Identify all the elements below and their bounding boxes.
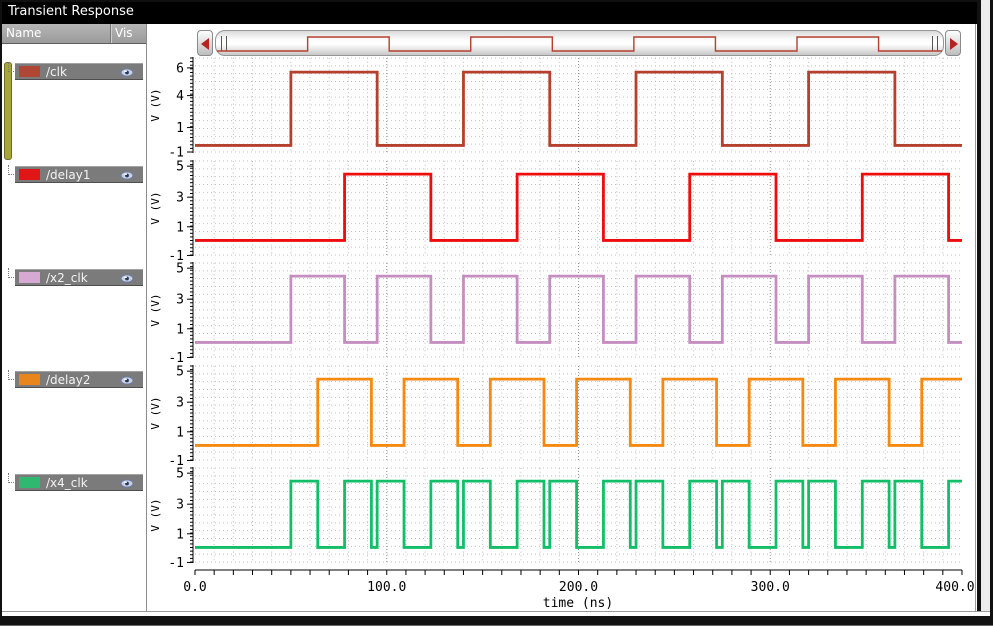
- x-tick-label: 0.0: [183, 580, 206, 595]
- y-tick-label: 1: [176, 527, 184, 542]
- plot-row-clk: 6 4 1 -1 V (V): [149, 57, 962, 161]
- y-axis-title: V (V): [149, 88, 162, 121]
- y-tick-label: 5: [176, 160, 184, 175]
- y-axis-ruler: 531-1: [168, 262, 194, 366]
- x-tick-label: 300.0: [751, 580, 790, 595]
- y-axis-ruler: 531-1: [168, 160, 194, 264]
- plot-canvas: 641-1V (V)531-1V (V)531-1V (V)531-1V (V)…: [149, 57, 975, 611]
- plot-row-delay1: 531-1V (V): [149, 160, 962, 264]
- window-frame-left: [0, 0, 2, 626]
- x-axis: 0.0 100.0 200.0 300.0 400.0 time (ns): [183, 569, 975, 611]
- y-axis-title: V (V): [149, 191, 162, 224]
- y-axis-ruler: 5 3 1 -1: [168, 467, 194, 571]
- y-tick-label: 1: [176, 425, 184, 440]
- y-axis-title: V (V): [149, 498, 162, 531]
- x-axis-title: time (ns): [543, 596, 613, 611]
- window-frame-right-margin: [981, 0, 990, 626]
- y-axis-ruler: 6 4 1 -1: [168, 57, 194, 161]
- plot-row-x2-clk: 531-1V (V): [149, 262, 962, 366]
- waveform-viewer-window: Transient Response Name Vis /clk/delay1/…: [0, 0, 993, 626]
- window-frame-bottom: [0, 616, 993, 625]
- y-tick-label: -1: [168, 556, 184, 571]
- y-tick-label: 3: [176, 191, 184, 206]
- y-tick-label: 3: [176, 293, 184, 308]
- y-tick-label: 4: [176, 89, 184, 104]
- window-frame: [0, 0, 993, 2]
- x-tick-label: 100.0: [367, 580, 406, 595]
- y-tick-label: 5: [176, 365, 184, 380]
- y-tick-label: 6: [176, 61, 184, 76]
- y-tick-label: 5: [176, 262, 184, 277]
- y-tick-label: 1: [176, 322, 184, 337]
- plot-row-delay2: 531-1V (V): [149, 365, 962, 469]
- x-tick-label: 200.0: [559, 580, 598, 595]
- y-tick-label: 1: [176, 121, 184, 136]
- y-axis-ruler: 531-1: [168, 365, 194, 469]
- y-tick-label: 3: [176, 498, 184, 513]
- y-tick-label: 1: [176, 220, 184, 235]
- y-axis-title: V (V): [149, 396, 162, 429]
- y-axis-title: V (V): [149, 293, 162, 326]
- x-tick-label: 400.0: [935, 580, 974, 595]
- window-frame-right-line: [975, 24, 976, 612]
- plot-row-x4-clk: 5 3 1 -1 V (V): [149, 467, 962, 571]
- y-tick-label: 3: [176, 396, 184, 411]
- y-tick-label: 5: [176, 467, 184, 482]
- y-tick-label: -1: [168, 146, 184, 161]
